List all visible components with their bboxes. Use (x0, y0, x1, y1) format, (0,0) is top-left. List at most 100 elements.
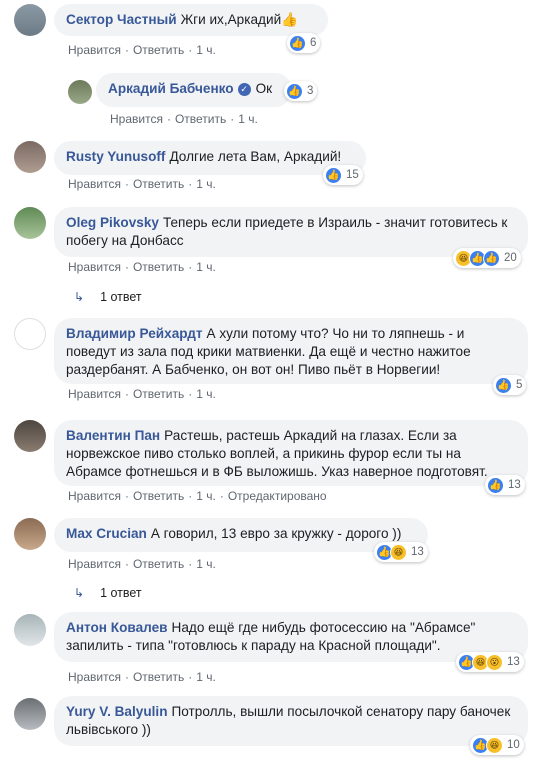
separator: · (124, 557, 129, 571)
comment-author[interactable]: Max Crucian (66, 526, 147, 541)
like-reaction-icon: 👍 (325, 166, 342, 184)
avatar[interactable] (14, 141, 46, 173)
reply-arrow-icon: ↳ (74, 290, 85, 304)
reactions-badge[interactable]: 👍 😆 13 (374, 542, 428, 562)
timestamp[interactable]: 1 ч. (196, 43, 216, 57)
timestamp[interactable]: 1 ч. (238, 112, 258, 126)
reaction-count: 10 (507, 739, 520, 751)
reply-arrow-icon: ↳ (74, 586, 85, 600)
reaction-count: 3 (307, 85, 314, 97)
like-link[interactable]: Нравится (68, 557, 121, 571)
separator: · (188, 670, 193, 684)
like-link[interactable]: Нравится (68, 177, 121, 191)
comment-bubble: Max Crucian А говорил, 13 евро за кружку … (54, 518, 428, 552)
comment-author[interactable]: Rusty Yunusoff (66, 149, 165, 164)
timestamp[interactable]: 1 ч. (196, 557, 216, 571)
replies-count: 1 ответ (100, 290, 142, 304)
separator: · (230, 112, 235, 126)
comment-actions: Нравится · Ответить · 1 ч. · Отредактировано (68, 489, 327, 503)
love-reaction-icon: 👍 (483, 249, 500, 267)
comment-author[interactable]: Аркадий Бабченко (108, 81, 234, 96)
reply-link[interactable]: Ответить (133, 557, 184, 571)
avatar[interactable] (14, 207, 46, 239)
haha-reaction-icon: 😆 (486, 736, 503, 754)
avatar[interactable] (14, 4, 46, 36)
like-reaction-icon: 👍 (289, 34, 306, 52)
reply-link[interactable]: Ответить (133, 177, 184, 191)
comment-author[interactable]: Yury V. Balyulin (66, 704, 168, 719)
timestamp[interactable]: 1 ч. (196, 489, 216, 503)
reply-link[interactable]: Ответить (133, 387, 184, 401)
separator: · (166, 112, 171, 126)
reaction-count: 20 (504, 252, 517, 264)
comment-actions: Нравится · Ответить · 1 ч. (68, 43, 216, 57)
separator: · (124, 260, 129, 274)
comment-bubble: Антон Ковалев Надо ещё где нибудь фотосес… (54, 612, 528, 662)
avatar[interactable] (14, 518, 46, 550)
like-link[interactable]: Нравится (110, 112, 163, 126)
like-link[interactable]: Нравится (68, 489, 121, 503)
comment-bubble: Валентин Пан Растешь, растешь Аркадий на … (54, 420, 528, 486)
timestamp[interactable]: 1 ч. (196, 177, 216, 191)
avatar[interactable] (14, 614, 46, 646)
separator: · (188, 489, 193, 503)
avatar[interactable] (68, 80, 92, 104)
reply-link[interactable]: Ответить (133, 489, 184, 503)
wow-reaction-icon: 😮 (486, 653, 503, 671)
avatar[interactable] (14, 698, 46, 730)
reply-link[interactable]: Ответить (133, 260, 184, 274)
reactions-badge[interactable]: 👍 😆 10 (470, 735, 524, 755)
like-link[interactable]: Нравится (68, 43, 121, 57)
avatar[interactable] (14, 318, 46, 350)
avatar[interactable] (14, 420, 46, 452)
reactions-badge[interactable]: 😆 👍 👍 20 (453, 248, 521, 268)
like-link[interactable]: Нравится (68, 387, 121, 401)
haha-reaction-icon: 😆 (390, 543, 407, 561)
reactions-badge[interactable]: 👍 5 (493, 375, 527, 395)
reply-link[interactable]: Ответить (133, 43, 184, 57)
comment-actions: Нравится · Ответить · 1 ч. (110, 112, 258, 126)
view-replies-link[interactable]: ↳ 1 ответ (74, 586, 142, 600)
timestamp[interactable]: 1 ч. (196, 387, 216, 401)
reactions-badge[interactable]: 👍 3 (284, 81, 318, 101)
comment-actions: Нравится · Ответить · 1 ч. (68, 557, 216, 571)
comment-author[interactable]: Oleg Pikovsky (66, 215, 159, 230)
comment-actions: Нравится · Ответить · 1 ч. (68, 387, 216, 401)
comment-text: Жги их,Аркадий👍 (180, 12, 299, 27)
reply-link[interactable]: Ответить (175, 112, 226, 126)
separator: · (124, 489, 129, 503)
comment-text: А говорил, 13 евро за кружку - дорого )) (150, 526, 402, 541)
timestamp[interactable]: 1 ч. (196, 670, 216, 684)
comment-author[interactable]: Сектор Частный (66, 12, 177, 27)
comment-bubble: Rusty Yunusoff Долгие лета Вам, Аркадий! (54, 141, 366, 175)
reaction-count: 6 (310, 37, 317, 49)
comment-bubble: Yury V. Balyulin Потролль, вышли посылочк… (54, 696, 528, 746)
comment-actions: Нравится · Ответить · 1 ч. (68, 177, 216, 191)
separator: · (124, 177, 129, 191)
view-replies-link[interactable]: ↳ 1 ответ (74, 290, 142, 304)
comment-bubble: Сектор Частный Жги их,Аркадий👍 (54, 4, 328, 36)
separator: · (188, 177, 193, 191)
comment-text: Долгие лета Вам, Аркадий! (169, 149, 342, 164)
like-reaction-icon: 👍 (286, 82, 303, 100)
like-reaction-icon: 👍 (487, 476, 504, 494)
reaction-count: 5 (516, 379, 523, 391)
separator: · (219, 489, 224, 503)
reply-link[interactable]: Ответить (133, 670, 184, 684)
reaction-count: 13 (508, 479, 521, 491)
comment-author[interactable]: Владимир Рейхардт (66, 326, 203, 341)
reaction-count: 13 (507, 656, 520, 668)
comment-actions: Нравится · Ответить · 1 ч. (68, 260, 216, 274)
reactions-badge[interactable]: 👍 13 (485, 475, 525, 495)
reactions-badge[interactable]: 👍 6 (287, 33, 321, 53)
reactions-badge[interactable]: 👍 15 (323, 165, 363, 185)
timestamp[interactable]: 1 ч. (196, 260, 216, 274)
comment-author[interactable]: Антон Ковалев (66, 620, 168, 635)
like-link[interactable]: Нравится (68, 670, 121, 684)
comment-bubble: Владимир Рейхардт А хули потому что? Чо н… (54, 318, 528, 384)
comment-author[interactable]: Валентин Пан (66, 428, 160, 443)
separator: · (188, 387, 193, 401)
separator: · (124, 670, 129, 684)
like-link[interactable]: Нравится (68, 260, 121, 274)
reactions-badge[interactable]: 👍 😆 😮 13 (456, 652, 524, 672)
